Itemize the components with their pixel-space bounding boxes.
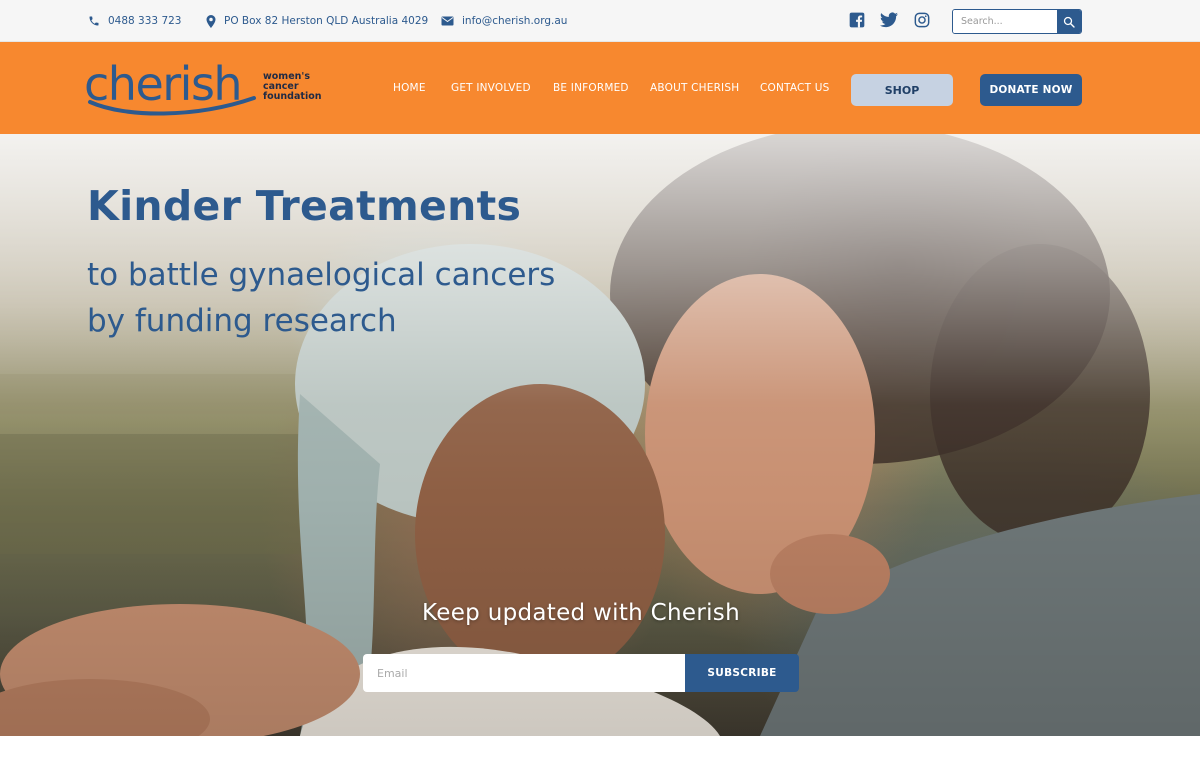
nav-link-home[interactable]: HOME: [393, 82, 426, 94]
nav-item-about-cherish[interactable]: ABOUT CHERISH: [650, 42, 739, 134]
phone-icon: [89, 16, 99, 26]
shop-button[interactable]: SHOP: [851, 74, 953, 106]
envelope-icon: [441, 16, 454, 26]
top-utility-bar: 0488 333 723 PO Box 82 Herston QLD Austr…: [0, 0, 1200, 42]
nav-link-be-informed[interactable]: BE INFORMED: [553, 82, 629, 94]
nav-item-home[interactable]: HOME: [393, 42, 426, 134]
search-input[interactable]: [953, 10, 1057, 33]
nav-link-about-cherish[interactable]: ABOUT CHERISH: [650, 82, 739, 94]
donate-now-button[interactable]: DONATE NOW: [980, 74, 1082, 106]
site-header: cherish women's cancer foundation HOME G…: [0, 42, 1200, 134]
cherish-logo[interactable]: cherish women's cancer foundation: [84, 58, 324, 120]
nav-link-contact-us[interactable]: CONTACT US: [760, 82, 829, 94]
nav-item-be-informed[interactable]: BE INFORMED: [553, 42, 629, 134]
hero-banner: Kinder Treatments to battle gynaelogical…: [0, 134, 1200, 736]
page-below-fold: [0, 736, 1200, 760]
email-address: info@cherish.org.au: [462, 15, 568, 27]
postal-address: PO Box 82 Herston QLD Australia 4029: [224, 15, 429, 27]
tagline-line-3: foundation: [263, 91, 322, 102]
search-icon: [1063, 16, 1075, 28]
hero-title: Kinder Treatments: [87, 182, 522, 230]
newsletter-email-input[interactable]: [363, 654, 685, 692]
hero-subtitle-line-2: by funding research: [87, 303, 397, 339]
email-contact[interactable]: info@cherish.org.au: [441, 0, 567, 42]
instagram-icon[interactable]: [914, 12, 932, 30]
nav-item-get-involved[interactable]: GET INVOLVED: [451, 42, 531, 134]
newsletter-title: Keep updated with Cherish: [422, 600, 740, 626]
facebook-icon[interactable]: [849, 12, 867, 30]
phone-number: 0488 333 723: [108, 15, 182, 27]
search-box: [952, 9, 1082, 34]
location-pin-icon: [206, 14, 216, 28]
hero-subtitle-line-1: to battle gynaelogical cancers: [87, 257, 556, 293]
phone-contact[interactable]: 0488 333 723: [88, 0, 181, 42]
nav-item-contact-us[interactable]: CONTACT US: [760, 42, 829, 134]
hero-subtitle: to battle gynaelogical cancers by fundin…: [87, 252, 607, 344]
twitter-icon[interactable]: [880, 12, 898, 30]
search-button[interactable]: [1057, 10, 1081, 33]
logo-tagline: women's cancer foundation: [263, 72, 343, 102]
address-contact: PO Box 82 Herston QLD Australia 4029: [206, 0, 428, 42]
newsletter-form: SUBSCRIBE: [363, 654, 799, 692]
subscribe-button[interactable]: SUBSCRIBE: [685, 654, 799, 692]
logo-swoosh: [88, 96, 256, 116]
nav-link-get-involved[interactable]: GET INVOLVED: [451, 82, 531, 94]
